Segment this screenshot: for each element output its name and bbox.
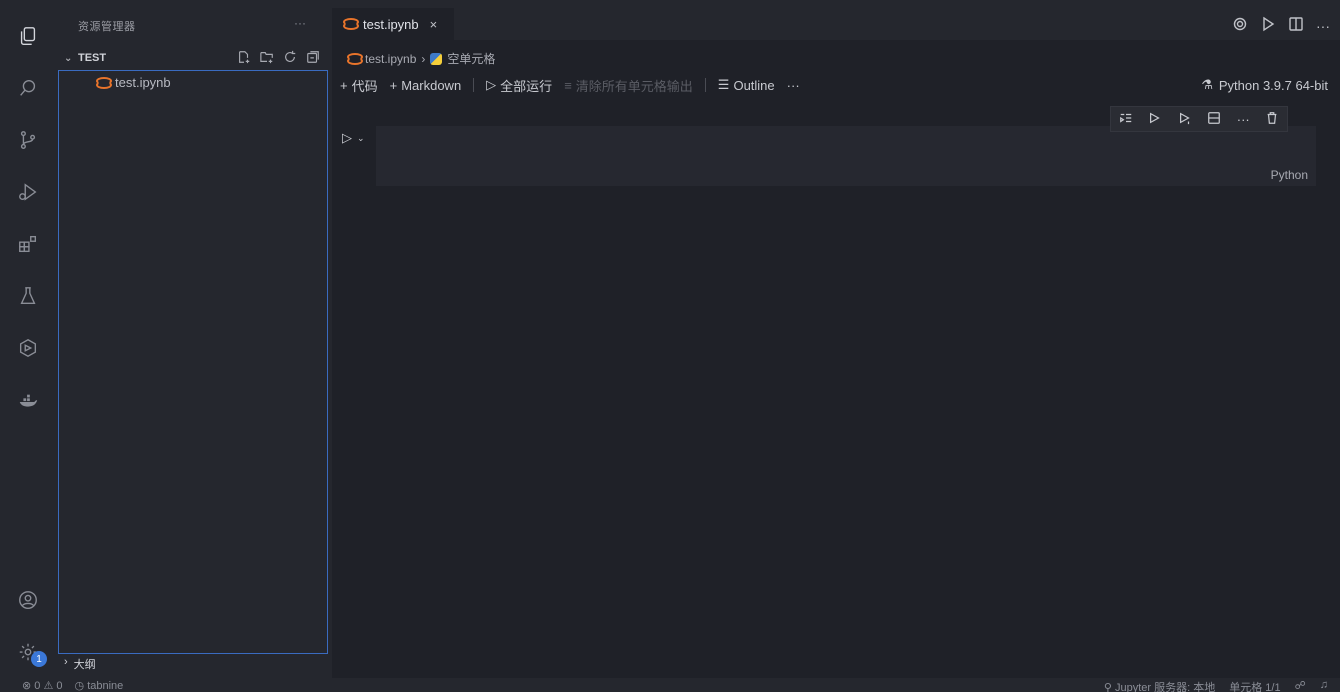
- more-actions-button[interactable]: ···: [1316, 18, 1330, 34]
- folder-label: TEST: [78, 52, 107, 64]
- outline-label: Outline: [733, 77, 775, 93]
- testing-icon[interactable]: [16, 284, 40, 308]
- plus-icon: +: [340, 77, 348, 93]
- clear-outputs-button[interactable]: ≡ 清除所有单元格输出: [564, 76, 693, 95]
- jupyter-server-label: Jupyter 服务器: 本地: [1115, 682, 1216, 692]
- tab-test-ipynb[interactable]: test.ipynb ×: [332, 8, 454, 40]
- run-above-icon[interactable]: [1148, 111, 1162, 128]
- sidebar-title: 资源管理器: [78, 21, 136, 33]
- chevron-down-icon: ⌄: [357, 132, 365, 143]
- jupyter-server-status[interactable]: ⚲ Jupyter 服务器: 本地: [1104, 679, 1215, 692]
- tabnine-icon: ◷: [74, 680, 85, 692]
- breadcrumb-separator: ›: [421, 51, 426, 66]
- new-folder-icon[interactable]: [260, 50, 274, 64]
- search-icon[interactable]: [16, 76, 40, 100]
- explorer-sidebar: 资源管理器 ··· ⌄ TEST test.ipynb › 大纲: [56, 0, 332, 678]
- jupyter-file-icon: [95, 76, 112, 89]
- breadcrumb: test.ipynb › 空单元格: [346, 50, 495, 67]
- python-icon: [430, 52, 443, 65]
- run-debug-icon[interactable]: [16, 180, 40, 204]
- extensions-icon[interactable]: [16, 232, 40, 256]
- kernel-label: Python 3.9.7 64-bit: [1218, 77, 1328, 93]
- toolbar-divider: [473, 78, 475, 92]
- status-right: ⚲ Jupyter 服务器: 本地 单元格 1/1 ☍ ♫: [1104, 679, 1328, 692]
- folder-actions: [237, 50, 320, 64]
- list-icon: ☰: [717, 77, 730, 92]
- sidebar-more-button[interactable]: ···: [294, 16, 306, 30]
- toolbar-divider: [704, 78, 706, 92]
- tab-close-button[interactable]: ×: [430, 17, 438, 32]
- run-below-icon[interactable]: [1178, 111, 1192, 128]
- run-all-label: 全部运行: [500, 78, 553, 94]
- warning-count: 0: [56, 680, 63, 692]
- cell-run-button[interactable]: ▷ ⌄: [342, 130, 365, 146]
- cell-more-button[interactable]: ···: [1237, 112, 1250, 127]
- account-icon[interactable]: [16, 588, 40, 612]
- outline-label: 大纲: [73, 659, 96, 671]
- editor-actions: ···: [1232, 16, 1330, 35]
- cell-language-label[interactable]: Python: [1271, 168, 1308, 182]
- code-cell[interactable]: Python: [376, 126, 1316, 186]
- jupyter-file-icon: [346, 52, 363, 65]
- status-left: ⊗ 0 ⚠ 0 ◷ tabnine: [22, 679, 123, 692]
- plug-icon: ⚲: [1103, 682, 1112, 692]
- plus-icon: +: [389, 77, 398, 93]
- file-item-test-ipynb[interactable]: test.ipynb: [95, 75, 171, 90]
- tabnine-label: tabnine: [87, 680, 124, 692]
- run-icon[interactable]: [1260, 16, 1276, 35]
- status-bar: ⊗ 0 ⚠ 0 ◷ tabnine ⚲ Jupyter 服务器: 本地 单元格 …: [0, 678, 1340, 692]
- explorer-icon[interactable]: [16, 24, 40, 48]
- refresh-icon[interactable]: [283, 50, 297, 64]
- bell-icon[interactable]: ♫: [1320, 679, 1328, 692]
- source-control-icon[interactable]: [16, 128, 40, 152]
- settings-gear-icon[interactable]: [1232, 16, 1248, 35]
- notebook-toolbar: + 代码 + Markdown ▷ 全部运行 ≡ 清除所有单元格输出 ☰ Out…: [340, 74, 812, 96]
- kernel-picker[interactable]: ⚗ Python 3.9.7 64-bit: [1201, 77, 1328, 93]
- add-code-button[interactable]: + 代码: [340, 76, 378, 95]
- add-code-label: 代码: [351, 78, 378, 94]
- run-cell-icon: ▷: [342, 130, 352, 145]
- new-file-icon[interactable]: [237, 50, 251, 64]
- run-all-button[interactable]: ▷ 全部运行: [486, 76, 552, 95]
- remote-explorer-icon[interactable]: [16, 336, 40, 360]
- breadcrumb-cell[interactable]: 空单元格: [447, 50, 495, 67]
- run-all-icon: ▷: [486, 77, 497, 92]
- outline-section-header[interactable]: › 大纲: [64, 656, 96, 672]
- breadcrumb-file[interactable]: test.ipynb: [365, 52, 416, 66]
- split-editor-icon[interactable]: [1288, 16, 1304, 35]
- activity-bar: 1: [0, 0, 56, 678]
- clear-outputs-label: 清除所有单元格输出: [575, 78, 693, 94]
- editor-tab-bar: test.ipynb × ···: [332, 0, 1340, 40]
- problems-indicator[interactable]: ⊗ 0 ⚠ 0: [22, 679, 63, 692]
- chevron-down-icon: ⌄: [64, 52, 73, 64]
- warning-icon: ⚠: [43, 680, 54, 692]
- folder-section-header[interactable]: ⌄ TEST: [62, 48, 328, 68]
- tab-label: test.ipynb: [363, 16, 419, 32]
- cell-toolbar: ···: [1110, 106, 1288, 132]
- flask-icon: ⚗: [1201, 77, 1213, 92]
- collapse-all-icon[interactable]: [306, 50, 320, 64]
- add-markdown-label: Markdown: [401, 77, 462, 93]
- error-count: 0: [34, 680, 41, 692]
- delete-icon[interactable]: [1265, 111, 1279, 128]
- jupyter-file-icon: [342, 18, 359, 30]
- file-name: test.ipynb: [115, 75, 171, 90]
- run-by-line-icon[interactable]: [1119, 111, 1133, 128]
- feedback-icon[interactable]: ☍: [1295, 679, 1306, 692]
- split-cell-icon[interactable]: [1207, 111, 1221, 128]
- tabnine-indicator[interactable]: ◷ tabnine: [75, 679, 124, 692]
- notification-badge: 1: [31, 651, 47, 667]
- error-icon: ⊗: [22, 680, 32, 692]
- outline-button[interactable]: ☰ Outline: [718, 77, 775, 93]
- docker-icon[interactable]: [16, 390, 40, 414]
- add-markdown-button[interactable]: + Markdown: [390, 78, 462, 93]
- file-tree: test.ipynb: [58, 70, 328, 654]
- clear-icon: ≡: [564, 77, 572, 93]
- toolbar-more-button[interactable]: ···: [787, 78, 800, 93]
- chevron-right-icon: ›: [64, 656, 68, 668]
- cell-position[interactable]: 单元格 1/1: [1229, 679, 1280, 692]
